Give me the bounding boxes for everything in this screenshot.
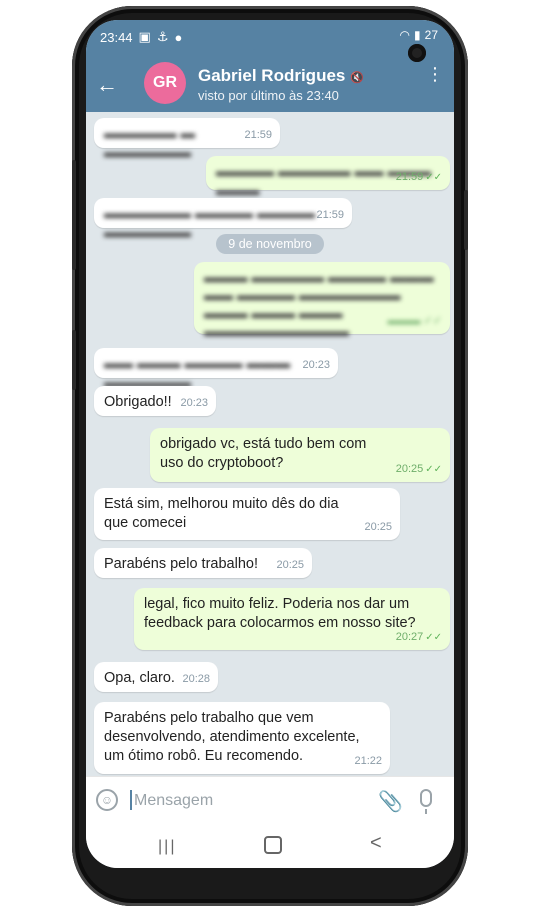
message-time: 21:59 bbox=[316, 209, 344, 221]
read-receipt-icon: ✓✓ bbox=[425, 464, 442, 475]
avatar[interactable]: GR bbox=[144, 62, 186, 104]
message-time: 21:59 ✓✓ bbox=[395, 171, 442, 183]
front-camera bbox=[408, 44, 426, 62]
status-time: 23:44 bbox=[100, 29, 133, 45]
message-input[interactable] bbox=[132, 785, 336, 817]
nav-back-icon[interactable]: < bbox=[370, 832, 382, 855]
message-time: ▬▬▬ ✓✓ bbox=[387, 315, 443, 327]
android-nav-bar: ||| < bbox=[86, 824, 454, 868]
incoming-message[interactable]: Está sim, melhorou muito dês do dia que … bbox=[94, 488, 400, 540]
outgoing-message[interactable]: obrigado vc, está tudo bem com uso do cr… bbox=[150, 428, 450, 482]
message-text: Está sim, melhorou muito dês do dia que … bbox=[104, 496, 339, 531]
message-time: 20:23 bbox=[302, 359, 330, 371]
message-time: 20:23 bbox=[180, 397, 208, 409]
message-text: legal, fico muito feliz. Poderia nos dar… bbox=[144, 596, 416, 631]
incoming-message[interactable]: ▬▬▬▬▬ ▬ ▬▬▬▬▬▬ 21:59 bbox=[94, 118, 280, 161]
microphone-icon[interactable] bbox=[420, 789, 432, 814]
recent-apps-icon[interactable]: ||| bbox=[158, 838, 176, 856]
signal-icon: ▮ bbox=[414, 28, 421, 42]
battery-level: 27 bbox=[424, 28, 438, 42]
outgoing-message[interactable]: legal, fico muito feliz. Poderia nos dar… bbox=[134, 588, 450, 650]
chat-header: 23:44 ▣ ⚓ ● ◠ ▮ 27 ← GR Gabriel Rodrigue… bbox=[86, 20, 454, 112]
message-text: obrigado vc, está tudo bem com uso do cr… bbox=[160, 436, 367, 471]
outgoing-message[interactable]: ▬▬▬▬ ▬▬▬▬▬ ▬▬ ▬▬▬ ▬▬▬ 21:59 ✓✓ bbox=[206, 156, 450, 199]
blurred-text: ▬▬▬▬▬ ▬ ▬▬▬▬▬▬ bbox=[104, 126, 196, 161]
message-input-bar: ☺ 📎 bbox=[86, 776, 454, 825]
message-list[interactable]: ▬▬▬▬▬ ▬ ▬▬▬▬▬▬ 21:59 ▬▬▬▬ ▬▬▬▬▬ ▬▬ ▬▬▬ ▬… bbox=[86, 112, 454, 776]
notification-icon: ⚓ bbox=[156, 29, 169, 44]
message-time: 21:59 bbox=[244, 129, 272, 141]
status-bar: 23:44 ▣ ⚓ ● ◠ ▮ 27 bbox=[100, 28, 442, 46]
home-icon[interactable] bbox=[264, 836, 282, 854]
message-text: Parabéns pelo trabalho! bbox=[104, 556, 258, 572]
message-time: 20:27 ✓✓ bbox=[395, 631, 442, 643]
incoming-message[interactable]: Parabéns pelo trabalho! 20:25 bbox=[94, 548, 312, 578]
phone-side-button bbox=[72, 160, 76, 270]
screen: 23:44 ▣ ⚓ ● ◠ ▮ 27 ← GR Gabriel Rodrigue… bbox=[86, 20, 454, 868]
back-arrow-icon[interactable]: ← bbox=[96, 72, 118, 98]
account-icon: ● bbox=[174, 29, 183, 45]
incoming-message[interactable]: ▬▬▬▬▬▬ ▬▬▬▬ ▬▬▬▬ ▬▬▬▬▬▬ 21:59 bbox=[94, 198, 352, 241]
message-text: Obrigado!! bbox=[104, 394, 172, 410]
mute-icon: 🔇 bbox=[350, 72, 365, 84]
phone-side-button bbox=[72, 330, 76, 390]
emoji-icon[interactable]: ☺ bbox=[96, 789, 118, 811]
read-receipt-icon: ✓✓ bbox=[425, 172, 442, 183]
message-text: Parabéns pelo trabalho que vem desenvolv… bbox=[104, 710, 360, 764]
message-time: 20:28 bbox=[182, 673, 210, 685]
paperclip-icon[interactable]: 📎 bbox=[378, 789, 403, 814]
contact-name-text: Gabriel Rodrigues bbox=[198, 66, 346, 85]
message-time: 20:25 ✓✓ bbox=[395, 463, 442, 475]
last-seen-status: visto por último às 23:40 bbox=[198, 88, 339, 103]
date-separator: 9 de novembro bbox=[216, 234, 324, 254]
incoming-message[interactable]: Opa, claro. 20:28 bbox=[94, 662, 218, 692]
wifi-icon: ◠ bbox=[399, 28, 411, 42]
message-time: 21:22 bbox=[354, 755, 382, 767]
incoming-message[interactable]: Obrigado!! 20:23 bbox=[94, 386, 216, 416]
phone-power-button bbox=[464, 190, 468, 250]
read-receipt-icon: ✓✓ bbox=[425, 632, 442, 643]
more-options-icon[interactable]: ⋮ bbox=[426, 65, 444, 83]
incoming-message[interactable]: Parabéns pelo trabalho que vem desenvolv… bbox=[94, 702, 390, 774]
incoming-message[interactable]: ▬▬ ▬▬▬ ▬▬▬▬ ▬▬▬ ▬▬▬▬▬▬ 20:23 bbox=[94, 348, 338, 391]
message-text: Opa, claro. bbox=[104, 670, 175, 686]
contact-name[interactable]: Gabriel Rodrigues 🔇 bbox=[198, 66, 364, 86]
outgoing-message[interactable]: ▬▬▬ ▬▬▬▬▬ ▬▬▬▬ ▬▬▬ ▬▬ ▬▬▬▬ ▬▬▬▬▬▬▬ ▬▬▬ ▬▬… bbox=[194, 262, 450, 340]
gallery-icon: ▣ bbox=[138, 29, 151, 44]
message-time: 20:25 bbox=[276, 559, 304, 571]
message-time: 20:25 bbox=[364, 521, 392, 533]
